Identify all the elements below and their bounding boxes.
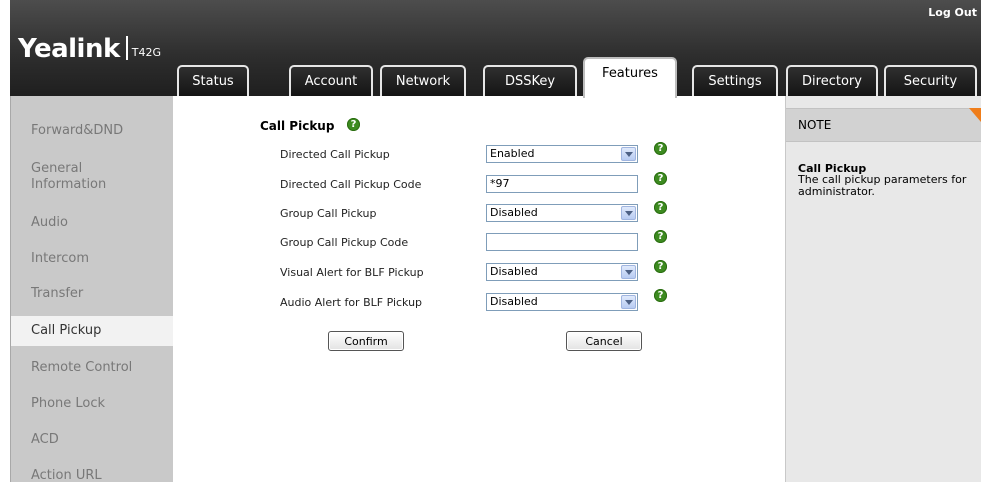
chevron-down-icon[interactable] — [621, 265, 636, 279]
tab-directory[interactable]: Directory — [786, 65, 878, 96]
section-title: Call Pickup — [260, 119, 335, 133]
sidebar-item-call-pickup[interactable]: Call Pickup — [31, 323, 171, 339]
sidebar-item-acd[interactable]: ACD — [31, 432, 171, 448]
sidebar-item-action-url[interactable]: Action URL — [31, 468, 171, 482]
visual-alert-blf-pickup-value: Disabled — [490, 265, 538, 278]
main-content: Call Pickup ? Directed Call Pickup Enabl… — [173, 96, 785, 482]
tab-account[interactable]: Account — [289, 65, 373, 96]
tab-status[interactable]: Status — [177, 65, 249, 96]
note-text: The call pickup parameters for administr… — [798, 173, 967, 198]
directed-call-pickup-value: Enabled — [490, 147, 535, 160]
sidebar: Forward&DND General Information Audio In… — [10, 96, 174, 482]
help-icon[interactable]: ? — [654, 260, 667, 273]
yealink-logo: Yealink T42G — [18, 34, 161, 64]
tab-security[interactable]: Security — [884, 65, 977, 96]
logo-model-name: T42G — [131, 46, 161, 59]
directed-call-pickup-select[interactable]: Enabled — [486, 145, 638, 163]
group-call-pickup-code-input[interactable] — [486, 233, 638, 251]
logo-separator — [125, 36, 128, 60]
visual-alert-blf-pickup-select[interactable]: Disabled — [486, 263, 638, 281]
sidebar-item-intercom[interactable]: Intercom — [31, 251, 171, 267]
group-call-pickup-value: Disabled — [490, 206, 538, 219]
help-icon[interactable]: ? — [654, 201, 667, 214]
directed-call-pickup-code-input[interactable]: *97 — [486, 175, 638, 193]
confirm-button[interactable]: Confirm — [328, 331, 404, 351]
sidebar-item-phone-lock[interactable]: Phone Lock — [31, 396, 171, 412]
tab-dsskey[interactable]: DSSKey — [483, 65, 577, 96]
note-panel: NOTE Call Pickup The call pickup paramet… — [785, 96, 981, 482]
tab-network[interactable]: Network — [380, 65, 466, 96]
logout-link[interactable]: Log Out — [928, 6, 977, 19]
help-icon[interactable]: ? — [654, 142, 667, 155]
directed-call-pickup-code-label: Directed Call Pickup Code — [280, 178, 422, 191]
visual-alert-blf-pickup-label: Visual Alert for BLF Pickup — [280, 266, 424, 279]
group-call-pickup-label: Group Call Pickup — [280, 207, 377, 220]
chevron-down-icon[interactable] — [621, 295, 636, 309]
logo-brand-name: Yealink — [18, 34, 120, 64]
sidebar-item-forward-dnd[interactable]: Forward&DND — [31, 123, 171, 139]
directed-call-pickup-label: Directed Call Pickup — [280, 148, 390, 161]
note-corner-accent — [969, 108, 981, 122]
top-header: Yealink T42G Log Out Status Account Netwo… — [10, 0, 981, 98]
sidebar-item-transfer[interactable]: Transfer — [31, 286, 171, 302]
group-call-pickup-select[interactable]: Disabled — [486, 204, 638, 222]
audio-alert-blf-pickup-value: Disabled — [490, 295, 538, 308]
chevron-down-icon[interactable] — [621, 206, 636, 220]
group-call-pickup-code-label: Group Call Pickup Code — [280, 236, 409, 249]
tab-settings[interactable]: Settings — [692, 65, 778, 96]
sidebar-item-general-information[interactable]: General Information — [31, 161, 141, 193]
tab-features[interactable]: Features — [583, 57, 677, 98]
audio-alert-blf-pickup-label: Audio Alert for BLF Pickup — [280, 296, 423, 309]
help-icon[interactable]: ? — [654, 289, 667, 302]
help-icon[interactable]: ? — [347, 118, 360, 131]
chevron-down-icon[interactable] — [621, 147, 636, 161]
sidebar-item-remote-control[interactable]: Remote Control — [31, 360, 171, 376]
note-header: NOTE — [786, 108, 981, 142]
help-icon[interactable]: ? — [654, 230, 667, 243]
audio-alert-blf-pickup-select[interactable]: Disabled — [486, 293, 638, 311]
sidebar-item-audio[interactable]: Audio — [31, 215, 171, 231]
cancel-button[interactable]: Cancel — [566, 331, 642, 351]
help-icon[interactable]: ? — [654, 172, 667, 185]
directed-call-pickup-code-value: *97 — [490, 177, 510, 190]
